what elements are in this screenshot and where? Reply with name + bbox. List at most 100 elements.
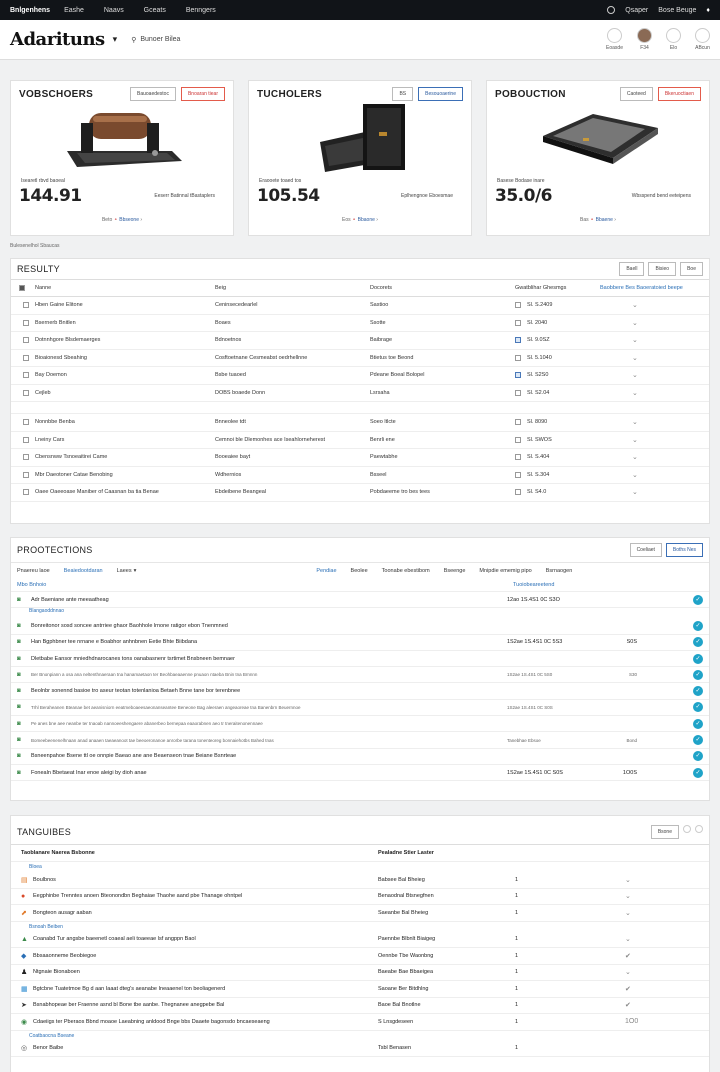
tool-button[interactable]: Baell bbox=[619, 262, 645, 276]
card-button[interactable]: Bnoaran tiear bbox=[180, 87, 225, 101]
nav-item[interactable]: Naavs bbox=[104, 7, 124, 14]
tab[interactable]: Laees bbox=[117, 568, 132, 574]
tab[interactable]: Pendiae bbox=[316, 568, 336, 574]
column-link[interactable]: Baobbere Bes Baoeratoied beepe bbox=[600, 279, 709, 297]
table-row[interactable]: Cejleb DOBS boaede Donn Lsrsaha Sl. S2.04 ⌄ bbox=[11, 384, 709, 402]
check-icon[interactable]: ✓ bbox=[693, 669, 703, 680]
avatar[interactable]: F34 bbox=[637, 28, 652, 51]
check-icon[interactable]: ✓ bbox=[693, 751, 703, 762]
table-row[interactable]: Mbr Daeotoner Catae Benobing Wdhernios Bss… bbox=[11, 466, 709, 484]
column-header[interactable]: Beig bbox=[215, 279, 370, 297]
search-box[interactable]: ⚲ Bunoer Bilea bbox=[131, 36, 180, 44]
product-card[interactable]: TUCHOLERS BS Besouoaerine Eraooete toaed … bbox=[248, 80, 472, 236]
table-row[interactable]: Lneiny Cars Cemnoi ble Dlemonhes ace Isea… bbox=[11, 431, 709, 449]
list-item[interactable]: ◙ Bonreitonor sosd soncee antrriee ghaor … bbox=[11, 618, 709, 635]
row-checkbox[interactable] bbox=[23, 319, 29, 326]
row-checkbox[interactable] bbox=[23, 337, 29, 344]
avatar[interactable]: ABcun bbox=[695, 28, 710, 51]
row-checkbox[interactable] bbox=[23, 436, 29, 443]
row-checkbox[interactable] bbox=[23, 372, 29, 379]
select-all-checkbox[interactable] bbox=[19, 284, 25, 291]
table-row[interactable]: Nonnbbe Benba Bnneolee tdt Soeo ltlcte Sl. … bbox=[11, 413, 709, 432]
list-item[interactable]: ▤ Boulbnos Babsee Bal Bheieg 1 ⌄ bbox=[11, 872, 709, 889]
list-item[interactable]: ▦ Bgtcbne Tuatetmoe Bg d aan Iaaat dteg's… bbox=[11, 981, 709, 998]
item-marker[interactable]: 1O0 bbox=[625, 1018, 665, 1025]
nav-item[interactable]: Gceats bbox=[144, 7, 166, 14]
check-icon[interactable]: ✓ bbox=[693, 653, 703, 664]
item-marker[interactable]: ✔ bbox=[625, 1001, 665, 1009]
table-row[interactable]: Bioaionesd Sbeahing Cosftoetnane Cesmeabs… bbox=[11, 349, 709, 367]
check-icon[interactable]: ✓ bbox=[693, 718, 703, 729]
item-marker[interactable]: ⌄ bbox=[625, 935, 665, 943]
card-footer-link[interactable]: Bbaone bbox=[358, 217, 375, 223]
card-button[interactable]: Besouoaerine bbox=[418, 87, 463, 101]
row-checkbox[interactable] bbox=[23, 302, 29, 309]
table-row[interactable]: Hben Gaine Elitone Ceninsecedearlel Sastio… bbox=[11, 296, 709, 315]
tab[interactable]: Bseenge bbox=[444, 568, 466, 574]
nav-item[interactable]: Benngers bbox=[186, 7, 216, 14]
status-checkbox[interactable] bbox=[515, 489, 521, 496]
nav-item[interactable]: Eashe bbox=[64, 7, 84, 14]
item-marker[interactable]: ✔ bbox=[625, 985, 665, 993]
list-item[interactable]: ◙ Pe anes bne aee neanbe ter tnaoab nanno… bbox=[11, 716, 709, 733]
chevron-down-icon[interactable]: ⌄ bbox=[632, 302, 638, 309]
check-icon[interactable]: ✓ bbox=[693, 594, 703, 605]
list-item[interactable]: ◙ Beolnbr sonennd basioe tro aseur teotan… bbox=[11, 683, 709, 700]
chevron-down-icon[interactable]: ⌄ bbox=[632, 390, 638, 397]
product-card[interactable]: VOBSCHOERS Bauoaedestoc Bnoaran tiear Ise… bbox=[10, 80, 234, 236]
action-button[interactable]: Coeliaet bbox=[629, 543, 662, 557]
status-checkbox[interactable] bbox=[515, 454, 521, 461]
tab[interactable]: Beolee bbox=[351, 568, 368, 574]
row-checkbox[interactable] bbox=[23, 389, 29, 396]
list-item[interactable]: ◙ Bomeebeenenelhnaan anad anaaen taeaeano… bbox=[11, 732, 709, 749]
list-item[interactable]: ◙ Dletbabe Eansor mniedhdnarocanes tons o… bbox=[11, 651, 709, 668]
item-marker[interactable]: ⌄ bbox=[625, 909, 665, 917]
avatar[interactable]: Elo bbox=[666, 28, 681, 51]
tool-button[interactable]: Boe bbox=[680, 262, 703, 276]
chevron-down-icon[interactable]: ⌄ bbox=[632, 419, 638, 426]
check-icon[interactable]: ✓ bbox=[693, 620, 703, 631]
column-header[interactable]: Docorets bbox=[370, 279, 515, 297]
list-item[interactable]: ◙ Ber Bnonpiann a osa ana neltenthnaeraan… bbox=[11, 667, 709, 684]
item-marker[interactable]: ✔ bbox=[625, 952, 665, 960]
table-row[interactable]: Bsernerb Bnitlen Boaes Ssotte Sl. 2040 ⌄ bbox=[11, 314, 709, 332]
tab[interactable]: Bsrnaogen bbox=[546, 568, 573, 574]
status-checkbox[interactable] bbox=[515, 319, 521, 326]
table-row[interactable]: Bay Doemon Bsbe tuaoed Pdeane Boeal Bolope… bbox=[11, 366, 709, 385]
breadcrumb[interactable]: Bulesenelhol Sbaucas bbox=[0, 236, 720, 250]
list-item[interactable]: ◆ Bbsaaonneme Beobiegoe Oennbe Tbe Waonbng… bbox=[11, 948, 709, 965]
item-marker[interactable]: ⌄ bbox=[625, 876, 665, 884]
tool-button[interactable]: Bisieo bbox=[648, 262, 677, 276]
list-item[interactable]: ◙ Trhl Beraheanen Bteanae bet aeanisniorn… bbox=[11, 700, 709, 717]
tab[interactable]: Pnaereu laoe bbox=[17, 568, 50, 574]
status-checkbox[interactable] bbox=[515, 471, 521, 478]
topbar-link[interactable]: Qsaper bbox=[625, 7, 648, 14]
row-checkbox[interactable] bbox=[23, 354, 29, 361]
chevron-down-icon[interactable]: ▾ bbox=[134, 568, 137, 574]
check-icon[interactable]: ✓ bbox=[693, 767, 703, 778]
chevron-down-icon[interactable]: ⌄ bbox=[632, 372, 638, 379]
topbar-link[interactable]: Bose Beuge bbox=[658, 7, 696, 14]
settings-icon[interactable] bbox=[695, 825, 703, 833]
item-marker[interactable]: ⌄ bbox=[625, 892, 665, 900]
product-card[interactable]: POBOUCTION Caoteed Bkeruoctiaen Basese Bo… bbox=[486, 80, 710, 236]
notification-icon[interactable]: ♦ bbox=[706, 7, 710, 14]
list-item[interactable]: ➤ Bsnabhopeae ber Fraenne asnd bl Bone tb… bbox=[11, 998, 709, 1014]
chevron-down-icon[interactable]: ▾ bbox=[113, 34, 118, 45]
list-item[interactable]: ▲ Coanabd Tur angsbe baeenetl coaeal aeli… bbox=[11, 932, 709, 948]
avatar[interactable]: Eoasde bbox=[606, 28, 623, 51]
row-checkbox[interactable] bbox=[23, 419, 29, 426]
list-item[interactable]: ● Eegphinbe Trenntes anoen Bteonondbn Beg… bbox=[11, 889, 709, 905]
action-button[interactable]: Bsone bbox=[650, 825, 679, 839]
check-icon[interactable]: ✓ bbox=[693, 735, 703, 746]
globe-icon[interactable] bbox=[607, 6, 616, 14]
chevron-down-icon[interactable]: ⌄ bbox=[632, 355, 638, 362]
chevron-down-icon[interactable]: ⌄ bbox=[632, 320, 638, 327]
table-row[interactable]: Cbensnww Tsnoeaitirei Came Booeaiee bayt P… bbox=[11, 448, 709, 467]
row-checkbox[interactable] bbox=[23, 471, 29, 478]
topbar-brand[interactable]: Bnlgenhens bbox=[10, 7, 50, 14]
card-button[interactable]: Caoteed bbox=[619, 87, 653, 101]
status-checkbox[interactable] bbox=[515, 436, 521, 443]
card-footer-link[interactable]: Bbaene bbox=[596, 217, 613, 223]
status-checkbox[interactable] bbox=[515, 372, 521, 379]
